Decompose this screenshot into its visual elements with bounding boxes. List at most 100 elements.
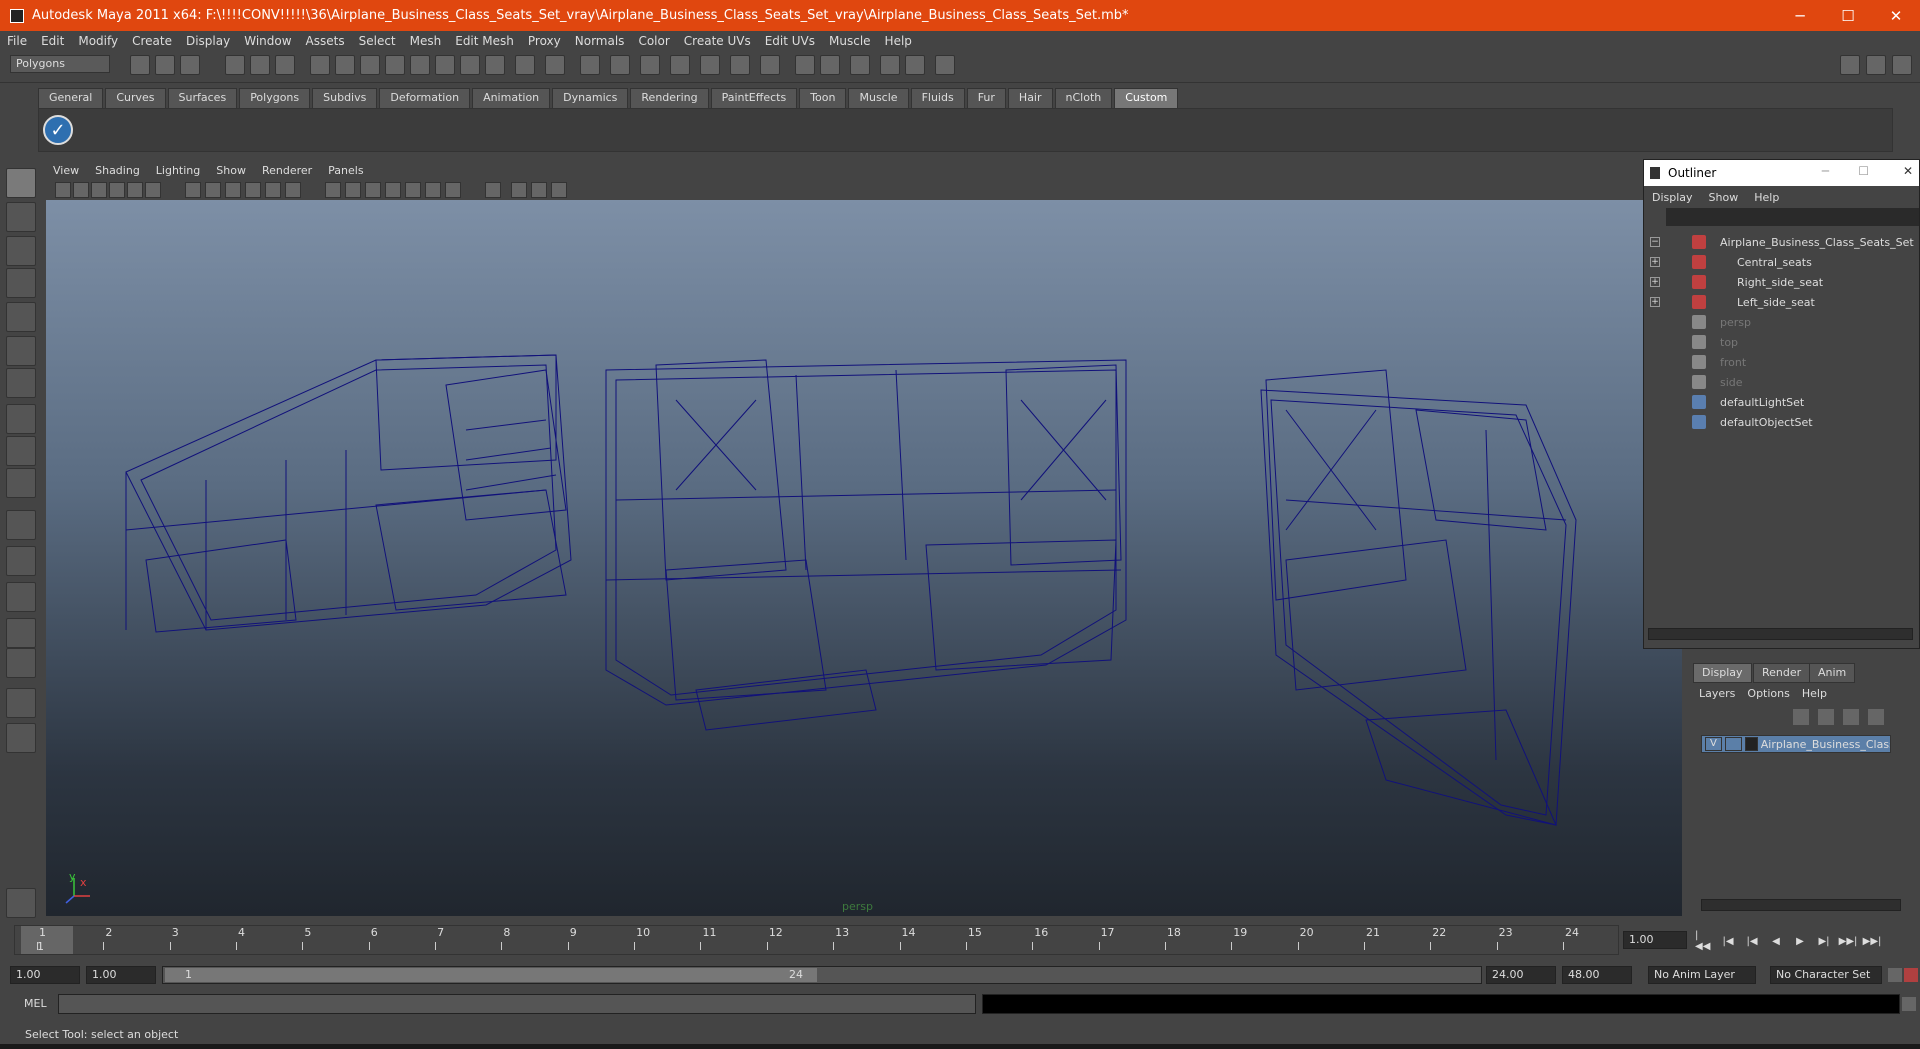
viewport-tool-icon[interactable] (55, 182, 71, 198)
shelf-tab-rendering[interactable]: Rendering (630, 88, 709, 108)
shelf-tab-deformation[interactable]: Deformation (379, 88, 471, 108)
four-view-icon[interactable] (6, 546, 36, 576)
statusline-tool-icon[interactable] (335, 55, 355, 75)
statusline-tool-icon[interactable] (935, 55, 955, 75)
shelf-tab-custom[interactable]: Custom (1114, 88, 1179, 108)
viewport-tool-icon[interactable] (205, 182, 221, 198)
viewport-menu-shading[interactable]: Shading (87, 164, 148, 177)
outliner-item[interactable]: side (1644, 372, 1919, 392)
maximize-button[interactable]: ☐ (1824, 0, 1872, 31)
statusline-tool-icon[interactable] (880, 55, 900, 75)
layer-color-swatch[interactable] (1744, 737, 1758, 751)
statusline-tool-icon[interactable] (670, 55, 690, 75)
shelf-tab-curves[interactable]: Curves (105, 88, 166, 108)
statusline-tool-icon[interactable] (410, 55, 430, 75)
current-time-field[interactable]: 1.00 (1623, 931, 1687, 949)
expand-icon[interactable]: + (1650, 297, 1660, 307)
shelf-tab-fur[interactable]: Fur (966, 88, 1006, 108)
layer-playback-toggle[interactable] (1724, 737, 1742, 751)
step-forward-key-button[interactable]: ▶| (1815, 932, 1833, 950)
viewport-tool-icon[interactable] (185, 182, 201, 198)
menu-select[interactable]: Select (352, 34, 403, 48)
command-input[interactable] (58, 994, 976, 1014)
outliner-hscrollbar[interactable] (1648, 628, 1913, 640)
menu-create-uvs[interactable]: Create UVs (677, 34, 758, 48)
last-tool-icon[interactable] (6, 436, 36, 466)
statusline-tool-icon[interactable] (545, 55, 565, 75)
statusline-tool-icon[interactable] (360, 55, 380, 75)
mel-label[interactable]: MEL (24, 997, 47, 1010)
viewport-tool-icon[interactable] (425, 182, 441, 198)
shelf-tab-muscle[interactable]: Muscle (848, 88, 909, 108)
statusline-tool-icon[interactable] (850, 55, 870, 75)
blank-tool-icon[interactable] (6, 468, 36, 498)
outliner-menu-show[interactable]: Show (1701, 191, 1747, 204)
time-slider[interactable]: 1 1 2 3 4 5 6 7 8 9 10 11 12 13 14 15 16 17 18 19 20 21 22 23 2… (14, 925, 1619, 955)
shelf-tab-surfaces[interactable]: Surfaces (167, 88, 238, 108)
statusline-tool-icon[interactable] (730, 55, 750, 75)
viewport-tool-icon[interactable] (73, 182, 89, 198)
shelf-tab-fluids[interactable]: Fluids (910, 88, 965, 108)
layer-tool-icon[interactable] (1868, 709, 1884, 725)
menu-edit-uvs[interactable]: Edit UVs (758, 34, 822, 48)
viewport-tool-icon[interactable] (365, 182, 381, 198)
viewport-menu-show[interactable]: Show (208, 164, 254, 177)
menu-set-select[interactable]: Polygons (10, 55, 110, 73)
layer-tool-icon[interactable] (1818, 709, 1834, 725)
statusline-tool-icon[interactable] (485, 55, 505, 75)
outliner-menu-display[interactable]: Display (1644, 191, 1701, 204)
statusline-tool-icon[interactable] (310, 55, 330, 75)
layer-tool-icon[interactable] (1843, 709, 1859, 725)
scale-tool-icon[interactable] (6, 336, 36, 366)
current-frame-marker[interactable] (21, 926, 73, 954)
viewport-tool-icon[interactable] (511, 182, 527, 198)
menu-proxy[interactable]: Proxy (521, 34, 568, 48)
persp-outliner-icon[interactable] (6, 582, 36, 612)
layer-tab-display[interactable]: Display (1693, 663, 1752, 683)
outliner-minimize-button[interactable]: ─ (1822, 164, 1829, 178)
viewport-tool-icon[interactable] (145, 182, 161, 198)
menu-file[interactable]: File (0, 34, 34, 48)
viewport-tool-icon[interactable] (531, 182, 547, 198)
viewport-menu-panels[interactable]: Panels (320, 164, 371, 177)
lasso-tool-icon[interactable] (6, 202, 36, 232)
statusline-tool-icon[interactable] (250, 55, 270, 75)
statusline-tool-icon[interactable] (225, 55, 245, 75)
menu-normals[interactable]: Normals (568, 34, 632, 48)
hypershade-layout-icon[interactable] (6, 648, 36, 678)
shelf-tab-painteffects[interactable]: PaintEffects (710, 88, 798, 108)
statusline-tool-icon[interactable] (515, 55, 535, 75)
viewport-menu-lighting[interactable]: Lighting (148, 164, 208, 177)
shelf-tab-dynamics[interactable]: Dynamics (552, 88, 629, 108)
script-editor-icon[interactable] (1902, 997, 1916, 1011)
menu-help[interactable]: Help (878, 34, 919, 48)
expand-icon[interactable]: + (1650, 257, 1660, 267)
start-time-field[interactable]: 1.00 (10, 966, 80, 984)
viewport-tool-icon[interactable] (225, 182, 241, 198)
shelf-tab-hair[interactable]: Hair (1007, 88, 1053, 108)
playback-end-field[interactable]: 24.00 (1486, 966, 1556, 984)
viewport-tool-icon[interactable] (127, 182, 143, 198)
outliner-menu-help[interactable]: Help (1746, 191, 1787, 204)
statusline-tool-icon[interactable] (700, 55, 720, 75)
move-tool-icon[interactable] (6, 268, 36, 298)
soft-mod-icon[interactable] (6, 404, 36, 434)
panel-layout-icon[interactable] (1892, 55, 1912, 75)
viewport-tool-icon[interactable] (285, 182, 301, 198)
step-forward-button[interactable]: ▶▶| (1839, 932, 1858, 950)
menu-modify[interactable]: Modify (71, 34, 125, 48)
menu-mesh[interactable]: Mesh (403, 34, 449, 48)
shelf-tab-polygons[interactable]: Polygons (239, 88, 311, 108)
viewport-menu-view[interactable]: View (45, 164, 87, 177)
viewport-menu-renderer[interactable]: Renderer (254, 164, 320, 177)
step-back-button[interactable]: |◀ (1719, 932, 1737, 950)
custom-shelf-check-icon[interactable]: ✓ (43, 115, 73, 145)
play-forwards-button[interactable]: ▶ (1791, 932, 1809, 950)
statusline-tool-icon[interactable] (580, 55, 600, 75)
layer-tab-render[interactable]: Render (1753, 663, 1811, 683)
paint-select-icon[interactable] (6, 236, 36, 266)
shelf-tab-subdivs[interactable]: Subdivs (312, 88, 378, 108)
manipulator-icon[interactable] (6, 368, 36, 398)
statusline-tool-icon[interactable] (610, 55, 630, 75)
panel-layout-icon[interactable] (1866, 55, 1886, 75)
